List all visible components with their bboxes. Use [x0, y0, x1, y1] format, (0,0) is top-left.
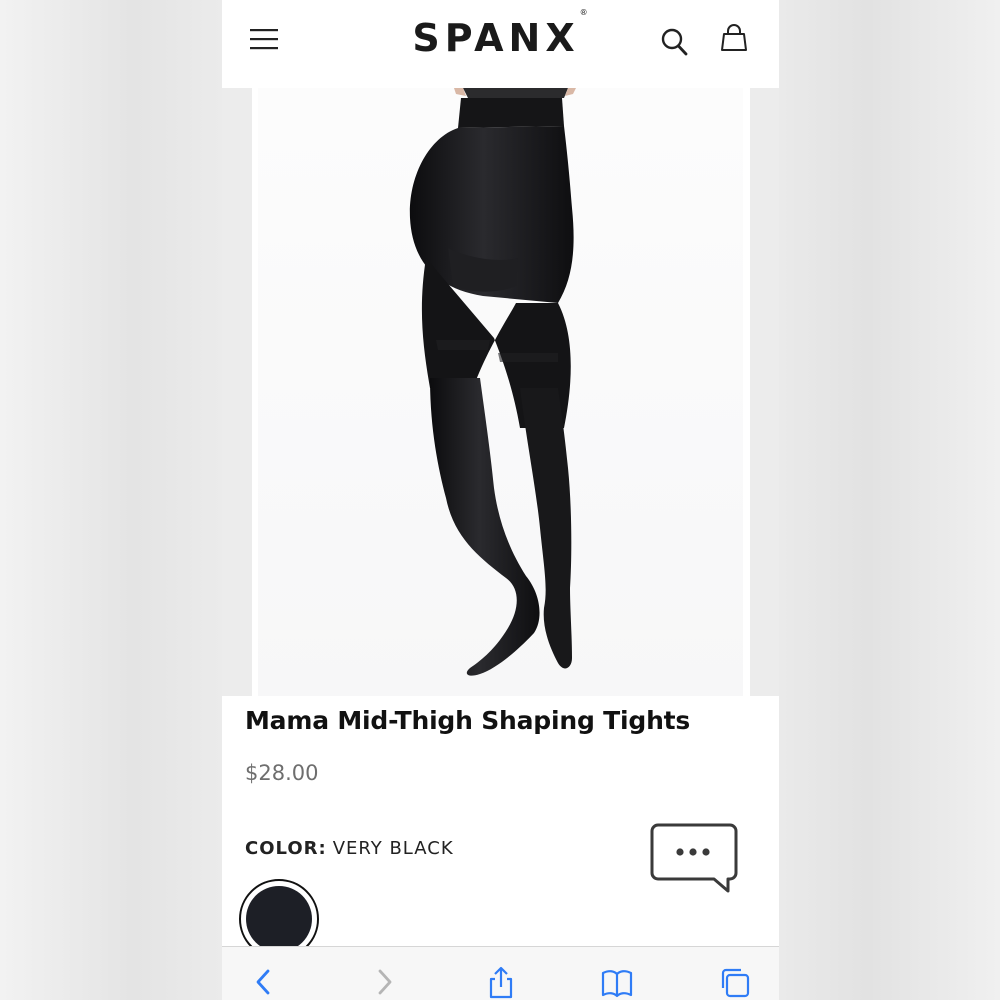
tabs-icon[interactable] — [718, 965, 752, 999]
hamburger-menu-icon[interactable] — [248, 26, 280, 52]
product-image[interactable] — [258, 88, 743, 696]
product-price: $28.00 — [245, 761, 319, 785]
forward-icon[interactable] — [368, 965, 402, 999]
bookmarks-icon[interactable] — [600, 965, 634, 999]
color-label: COLOR: — [245, 838, 327, 859]
phone-screen: SPANX® Mama Mid-Thigh Shaping Tights $28… — [222, 0, 779, 1000]
product-photo-illustration — [409, 88, 576, 676]
share-icon[interactable] — [484, 965, 518, 999]
color-swatch-fill — [246, 886, 312, 952]
background-left — [0, 0, 222, 1000]
brand-logo-text: SPANX — [412, 16, 580, 60]
product-title: Mama Mid-Thigh Shaping Tights — [245, 706, 691, 735]
chat-bubble-icon — [650, 823, 738, 893]
color-selector-label: COLOR: VERY BLACK — [245, 838, 454, 860]
site-header: SPANX® — [222, 0, 779, 89]
brand-logo[interactable]: SPANX® — [400, 8, 600, 60]
product-image-carousel[interactable] — [222, 88, 779, 696]
previous-image-peek[interactable] — [222, 88, 252, 696]
search-icon[interactable] — [660, 26, 690, 58]
color-value: VERY BLACK — [332, 838, 454, 859]
shopping-bag-icon[interactable] — [719, 23, 749, 55]
background-right — [779, 0, 1000, 1000]
chat-button[interactable] — [650, 823, 738, 895]
browser-toolbar — [222, 946, 779, 1000]
registered-mark: ® — [579, 8, 588, 18]
back-icon[interactable] — [248, 965, 282, 999]
next-image-peek[interactable] — [750, 88, 779, 696]
